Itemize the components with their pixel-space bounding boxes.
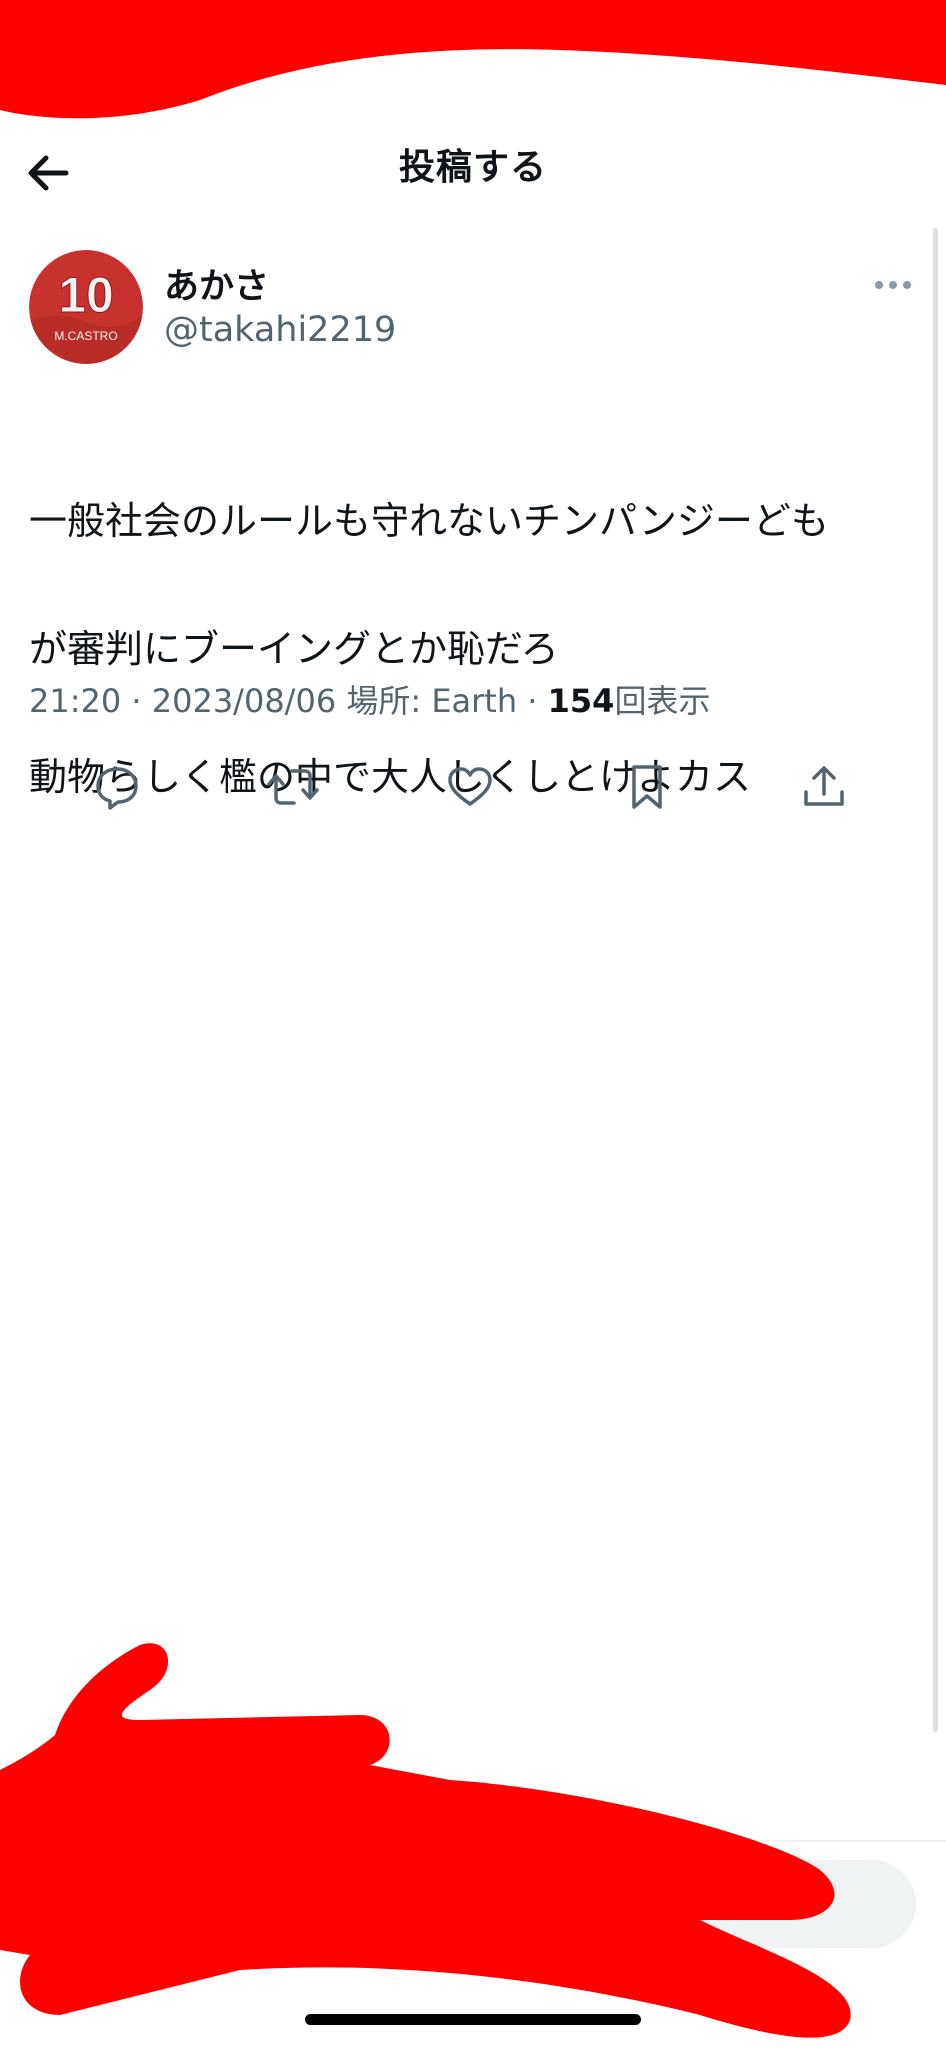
tweet-date[interactable]: 2023/08/06 [152,682,336,720]
tweet-text-line: 一般社会のルールも守れないチンパンジーども [29,499,829,543]
separator: · [517,682,548,720]
action-bar [0,755,946,819]
share-icon [804,766,844,806]
location: Earth [431,682,518,720]
views-label[interactable]: 回表示 [614,682,710,720]
display-name[interactable]: あかさ [164,258,269,309]
page-title: 投稿する [398,147,547,188]
retweet-button[interactable] [261,755,325,819]
views-count[interactable]: 154 [548,682,615,720]
avatar-number: 10 [58,267,114,323]
bookmark-button[interactable] [615,755,679,819]
reply-icon [96,767,138,810]
back-arrow-icon [28,155,69,191]
more-options-button[interactable] [870,270,920,300]
scrollbar[interactable] [933,228,938,1732]
redaction-top [0,0,946,119]
tweet-time[interactable]: 21:20 [29,682,121,720]
heart-icon [448,767,492,806]
tweet-text-line: が審判にブーイングとか恥だろ [29,627,559,671]
location-label: 場所: [346,682,432,720]
reply-button[interactable] [85,755,149,819]
redaction-bottom [0,1643,851,2038]
share-button[interactable] [792,755,856,819]
retweet-icon [267,769,319,805]
back-button[interactable] [22,145,78,201]
bookmark-icon [632,765,662,809]
separator: · [121,682,152,720]
avatar[interactable]: 10 M.CASTRO [29,250,143,364]
more-dots-icon [875,281,911,289]
tweet-metadata: 21:20 · 2023/08/06 場所: Earth · 154回表示 [29,676,710,722]
avatar-label: M.CASTRO [54,329,117,343]
like-button[interactable] [438,755,502,819]
user-handle[interactable]: @takahi2219 [164,310,396,350]
home-indicator[interactable] [305,2014,641,2025]
top-navigation-bar: 投稿する [0,115,946,225]
